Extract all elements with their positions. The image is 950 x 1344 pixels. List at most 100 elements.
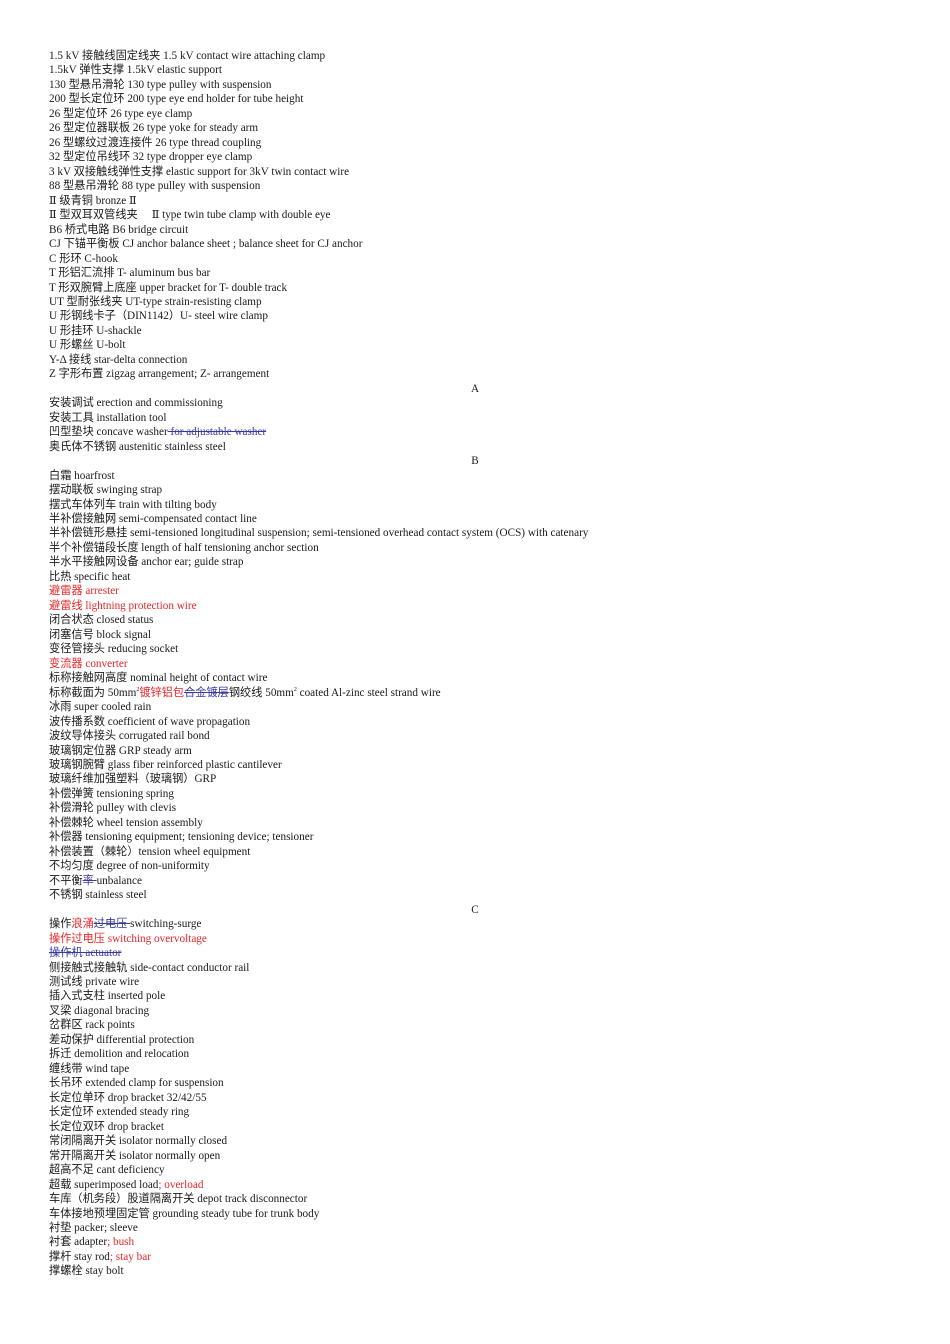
glossary-entry: 130 型悬吊滑轮 130 type pulley with suspensio… <box>49 78 901 92</box>
glossary-entry: 避雷线 lightning protection wire <box>49 599 901 613</box>
glossary-entry: 200 型长定位环 200 type eye end holder for tu… <box>49 92 901 106</box>
glossary-entry: 半补偿链形悬挂 semi-tensioned longitudinal susp… <box>49 526 901 540</box>
glossary-entry: 衬垫 packer; sleeve <box>49 1221 901 1235</box>
entry-text: 比热 specific heat <box>49 570 131 583</box>
glossary-entry: C 形环 C-hook <box>49 252 901 266</box>
glossary-entry: 安装调试 erection and commissioning <box>49 396 901 410</box>
entry-text: 闭合状态 closed status <box>49 614 154 627</box>
inserted-revision-text: 避雷线 lightning protection wire <box>49 599 197 612</box>
entry-text: 操作 <box>49 918 72 931</box>
entry-text: 26 型定位器联板 26 type yoke for steady arm <box>49 122 259 135</box>
glossary-entry: 26 型定位环 26 type eye clamp <box>49 107 901 121</box>
glossary-entry: 不均匀度 degree of non-uniformity <box>49 859 901 873</box>
entry-text: 玻璃钢定位器 GRP steady arm <box>49 744 192 757</box>
glossary-entry: 半水平接触网设备 anchor ear; guide strap <box>49 555 901 569</box>
glossary-entry: Y-Δ 接线 star-delta connection <box>49 353 901 367</box>
entry-text: 长吊环 extended clamp for suspension <box>49 1077 224 1090</box>
entry-text: 3 kV 双接触线弹性支撑 elastic support for 3kV tw… <box>49 165 350 178</box>
entry-text: CJ 下锚平衡板 CJ anchor balance sheet ; balan… <box>49 238 363 251</box>
glossary-entry: Ⅱ 型双耳双管线夹 Ⅱ type twin tube clamp with do… <box>49 208 901 222</box>
glossary-entry: 闭塞信号 block signal <box>49 628 901 642</box>
deleted-revision-text: 操作机 actuator <box>49 947 122 960</box>
glossary-entry: 缠线带 wind tape <box>49 1062 901 1076</box>
glossary-entry: 撑杆 stay rod; stay bar <box>49 1250 901 1264</box>
glossary-entry: 变流器 converter <box>49 657 901 671</box>
glossary-entry: 摆式车体列车 train with tilting body <box>49 498 901 512</box>
entry-text: 不平衡 <box>49 874 83 887</box>
inserted-revision-text: 变流器 converter <box>49 657 128 670</box>
glossary-entry: 变径管接头 reducing socket <box>49 642 901 656</box>
glossary-entry: 波传播系数 coefficient of wave propagation <box>49 715 901 729</box>
glossary-entry: 玻璃钢定位器 GRP steady arm <box>49 744 901 758</box>
glossary-entry: 超高不足 cant deficiency <box>49 1163 901 1177</box>
entry-text: 88 型悬吊滑轮 88 type pulley with suspension <box>49 180 261 193</box>
entry-text: 长定位单环 drop bracket 32/42/55 <box>49 1091 207 1104</box>
glossary-entry: 奥氏体不锈钢 austenitic stainless steel <box>49 440 901 454</box>
glossary-entry: 侧接触式接触轨 side-contact conductor rail <box>49 961 901 975</box>
glossary-entry: 拆迁 demolition and relocation <box>49 1047 901 1061</box>
glossary-entry: 避雷器 arrester <box>49 584 901 598</box>
entry-text: 26 型螺纹过渡连接件 26 type thread coupling <box>49 136 262 149</box>
glossary-entry: 补偿器 tensioning equipment; tensioning dev… <box>49 830 901 844</box>
glossary-entry: 标称接触网高度 nominal height of contact wire <box>49 671 901 685</box>
entry-text: 波纹导体接头 corrugated rail bond <box>49 730 210 743</box>
glossary-entry: 摆动联板 swinging strap <box>49 483 901 497</box>
glossary-entry: 半补偿接触网 semi-compensated contact line <box>49 512 901 526</box>
section-letter-heading: B <box>49 454 901 468</box>
entry-text: unbalance <box>96 874 142 887</box>
glossary-entry: 26 型螺纹过渡连接件 26 type thread coupling <box>49 136 901 150</box>
section-letter-heading: A <box>49 382 901 396</box>
entry-text: C 形环 C-hook <box>49 252 118 265</box>
inserted-revision-text: ; bush <box>107 1236 135 1249</box>
glossary-entry: 1.5 kV 接触线固定线夹 1.5 kV contact wire attac… <box>49 49 901 63</box>
entry-text: 26 型定位环 26 type eye clamp <box>49 107 193 120</box>
glossary-entry: 补偿弹簧 tensioning spring <box>49 787 901 801</box>
entry-text: 补偿滑轮 pulley with clevis <box>49 802 177 815</box>
deleted-revision-text: 合金镀层 <box>184 686 229 699</box>
entry-text: 超载 superimposed load <box>49 1178 159 1191</box>
entry-text: 常闭隔离开关 isolator normally closed <box>49 1135 228 1148</box>
glossary-entry: 撑螺栓 stay bolt <box>49 1264 901 1278</box>
glossary-entry: 衬套 adapter; bush <box>49 1235 901 1249</box>
glossary-entry: 32 型定位吊线环 32 type dropper eye clamp <box>49 150 901 164</box>
entry-text: 缠线带 wind tape <box>49 1062 130 1075</box>
glossary-entry: 插入式支柱 inserted pole <box>49 989 901 1003</box>
glossary-entry: 操作机 actuator <box>49 946 901 960</box>
glossary-entry: 闭合状态 closed status <box>49 613 901 627</box>
entry-text: 车库（机务段）股道隔离开关 depot track disconnector <box>49 1193 308 1206</box>
glossary-entry: 玻璃钢腕臂 glass fiber reinforced plastic can… <box>49 758 901 772</box>
entry-text: 测试线 private wire <box>49 976 140 988</box>
inserted-revision-text: 浪涌 <box>71 918 94 931</box>
inserted-revision-text: ; overload <box>158 1178 204 1191</box>
entry-text: 补偿棘轮 wheel tension assembly <box>49 816 203 829</box>
entry-text: coated Al-zinc steel strand wire <box>296 686 441 699</box>
glossary-entry: CJ 下锚平衡板 CJ anchor balance sheet ; balan… <box>49 237 901 251</box>
entry-text: U 形螺丝 U-bolt <box>49 339 126 352</box>
entry-text: 不均匀度 degree of non-uniformity <box>49 860 210 873</box>
entry-text: 1.5 kV 接触线固定线夹 1.5 kV contact wire attac… <box>49 50 326 62</box>
entry-text: 白霜 hoarfrost <box>49 469 115 482</box>
entry-text: 岔群区 rack points <box>49 1019 135 1032</box>
entry-text: Ⅱ 级青铜 bronze Ⅱ <box>49 194 137 207</box>
glossary-entry: 超载 superimposed load; overload <box>49 1178 901 1192</box>
entry-text: 撑杆 stay rod <box>49 1250 110 1263</box>
glossary-entry: 长定位双环 drop bracket <box>49 1120 901 1134</box>
glossary-entry: 88 型悬吊滑轮 88 type pulley with suspension <box>49 179 901 193</box>
entry-text: T 形双腕臂上底座 upper bracket for T- double tr… <box>49 281 288 294</box>
entry-text: 1.5kV 弹性支撑 1.5kV elastic support <box>49 64 222 77</box>
glossary-entry: U 形挂环 U-shackle <box>49 324 901 338</box>
inserted-revision-text: 镀锌铝包 <box>139 686 185 699</box>
glossary-entry: 波纹导体接头 corrugated rail bond <box>49 729 901 743</box>
entry-text: 不锈钢 stainless steel <box>49 889 147 902</box>
glossary-entry: 长吊环 extended clamp for suspension <box>49 1076 901 1090</box>
entry-text: B6 桥式电路 B6 bridge circuit <box>49 223 189 236</box>
entry-text: 差动保护 differential protection <box>49 1033 195 1046</box>
entry-text: 常开隔离开关 isolator normally open <box>49 1149 221 1162</box>
entry-text: Y-Δ 接线 star-delta connection <box>49 353 188 366</box>
glossary-entry: 补偿装置（棘轮）tension wheel equipment <box>49 845 901 859</box>
glossary-entry: 不平衡率 unbalance <box>49 874 901 888</box>
entry-text: U 形挂环 U-shackle <box>49 324 142 337</box>
glossary-entry: 补偿滑轮 pulley with clevis <box>49 801 901 815</box>
glossary-entry: 3 kV 双接触线弹性支撑 elastic support for 3kV tw… <box>49 165 901 179</box>
glossary-entry: 常闭隔离开关 isolator normally closed <box>49 1134 901 1148</box>
